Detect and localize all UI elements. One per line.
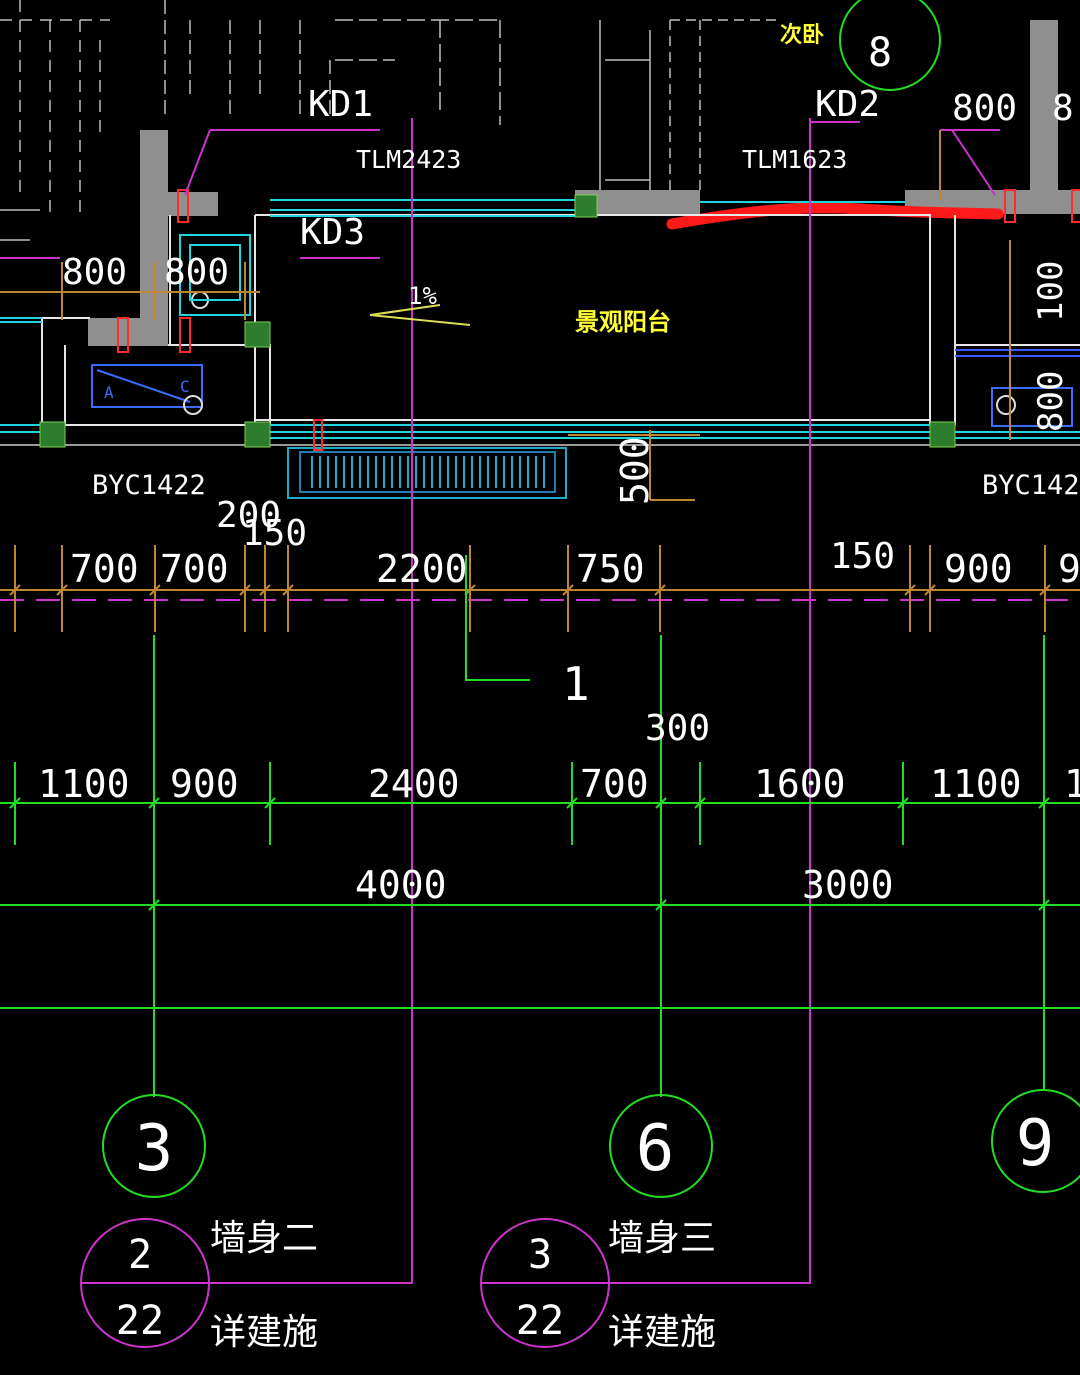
dim-row2-1100a: 1100 <box>38 762 130 806</box>
label-kd2[interactable]: KD2 <box>815 84 880 125</box>
label-tlm2423[interactable]: TLM2423 <box>356 145 461 174</box>
label-balcony: 景观阳台 <box>575 308 671 336</box>
dim-row1-9: 9 <box>1058 547 1080 591</box>
section-mark-1: 1 <box>562 657 590 711</box>
dim-row3-3000: 3000 <box>802 863 894 907</box>
label-kd3[interactable]: KD3 <box>300 212 365 253</box>
axis-labels: 3 6 9 <box>135 1107 1055 1186</box>
dim-row1-900: 900 <box>944 547 1013 591</box>
cad-drawing-canvas[interactable]: A C KD1 KD2 KD3 TLM2423 TLM1623 BYC1422 … <box>0 0 1080 1375</box>
callout-2-bottom: 22 <box>516 1298 564 1344</box>
axis-3-label[interactable]: 3 <box>135 1112 174 1186</box>
dim-vertical-100: 100 <box>1031 261 1071 322</box>
elevation-marker: 8 <box>868 30 892 76</box>
columns <box>39 194 956 448</box>
dim-top-800-left: 800 <box>62 252 127 293</box>
axis-6-label[interactable]: 6 <box>636 1112 675 1186</box>
dim-row2-1: 1 <box>1064 762 1080 806</box>
label-byc142[interactable]: BYC142 <box>982 470 1080 501</box>
callout-2-title: 墙身三 <box>608 1218 716 1259</box>
detail-callout-1[interactable]: 2 22 墙身二 详建施 <box>116 1218 318 1353</box>
label-tlm1623[interactable]: TLM1623 <box>742 145 847 174</box>
dim-top-800-right: 800 <box>952 88 1017 129</box>
callout-2-note: 详建施 <box>608 1312 716 1353</box>
callout-2-top: 3 <box>528 1232 552 1278</box>
dim-row2-1100b: 1100 <box>930 762 1022 806</box>
dim-vertical-800: 800 <box>1031 371 1071 432</box>
dim-300: 300 <box>645 708 710 749</box>
label-slope: 1% <box>408 282 437 310</box>
dim-vertical-500: 500 <box>613 436 657 505</box>
callout-1-bottom: 22 <box>116 1298 164 1344</box>
dim-row2-1600: 1600 <box>754 762 846 806</box>
dim-150-a: 150 <box>242 513 307 554</box>
dim-row1-750: 750 <box>576 547 645 591</box>
svg-text:A: A <box>104 383 114 402</box>
dim-row2-700: 700 <box>580 762 649 806</box>
label-kd1[interactable]: KD1 <box>308 84 373 125</box>
label-byc1422[interactable]: BYC1422 <box>92 470 206 501</box>
dim-150-b: 150 <box>830 536 895 577</box>
svg-text:C: C <box>180 377 190 396</box>
axis-9-label[interactable]: 9 <box>1016 1107 1055 1181</box>
radiator <box>311 456 545 488</box>
dim-row1-700a: 700 <box>70 547 139 591</box>
callout-1-title: 墙身二 <box>210 1218 318 1259</box>
callout-1-note: 详建施 <box>210 1312 318 1353</box>
dim-top-800-mid: 800 <box>164 252 229 293</box>
dim-row1-2200: 2200 <box>376 547 468 591</box>
dim-row2-2400: 2400 <box>368 762 460 806</box>
callout-1-top: 2 <box>128 1232 152 1278</box>
label-second-bedroom: 次卧 <box>780 22 824 48</box>
dim-row3-4000: 4000 <box>355 863 447 907</box>
detail-callout-2[interactable]: 3 22 墙身三 详建施 <box>516 1218 716 1353</box>
labels: KD1 KD2 KD3 TLM2423 TLM1623 BYC1422 BYC1… <box>92 22 1080 711</box>
dim-top-8-edge: 8 <box>1052 88 1074 129</box>
dim-row1-700b: 700 <box>160 547 229 591</box>
dim-row2-900: 900 <box>170 762 239 806</box>
ac-unit: A C <box>91 364 1073 427</box>
